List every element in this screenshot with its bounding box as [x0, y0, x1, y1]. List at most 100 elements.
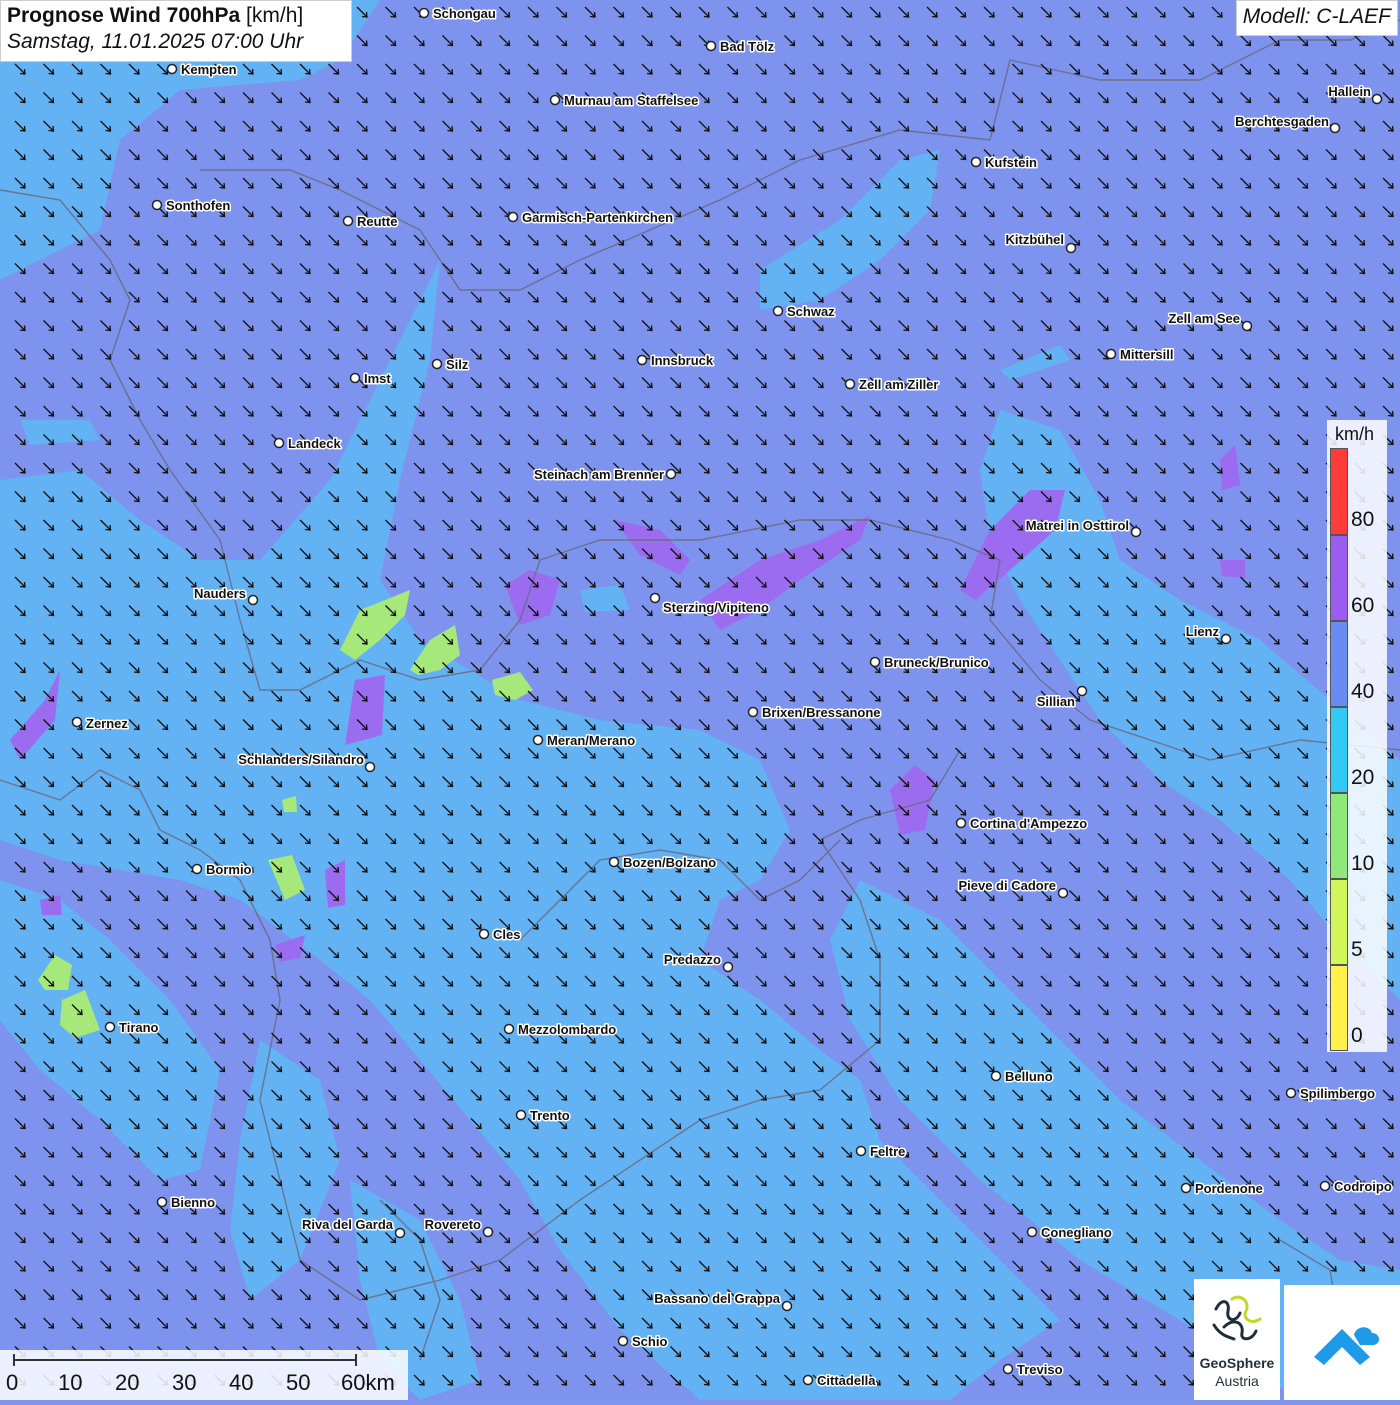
city-marker-bozen: Bozen/Bolzano [608, 854, 718, 872]
map-title-main: Prognose Wind 700hPa [7, 4, 241, 27]
svg-text:Schlanders/Silandro: Schlanders/Silandro [238, 752, 364, 767]
svg-text:Reutte: Reutte [357, 214, 397, 229]
svg-text:Bad Tölz: Bad Tölz [720, 39, 775, 54]
legend-swatch-40 [1330, 621, 1348, 707]
wind-map[interactable]: Schongau Bad Tölz Kempten Murnau am Staf… [0, 0, 1400, 1400]
svg-text:Belluno: Belluno [1005, 1069, 1053, 1084]
legend-label-80: 80 [1351, 508, 1375, 531]
svg-text:Mezzolombardo: Mezzolombardo [518, 1022, 616, 1037]
legend-label-60: 60 [1351, 594, 1375, 617]
map-title-unit: [km/h] [240, 4, 304, 27]
svg-text:Feltre: Feltre [870, 1144, 905, 1159]
legend-unit: km/h [1335, 424, 1375, 444]
city-marker-brixen: Brixen/Bressanone [747, 704, 882, 722]
svg-text:Pieve di Cadore: Pieve di Cadore [958, 878, 1056, 893]
forecast-datetime: Samstag, 11.01.2025 07:00 Uhr [7, 30, 304, 53]
svg-text:Bozen/Bolzano: Bozen/Bolzano [623, 855, 716, 870]
svg-text:Berchtesgaden: Berchtesgaden [1235, 114, 1329, 129]
svg-text:Bruneck/Brunico: Bruneck/Brunico [884, 655, 989, 670]
svg-text:Zell am Ziller: Zell am Ziller [859, 377, 938, 392]
legend-label-0: 0 [1351, 1024, 1363, 1047]
svg-text:Schio: Schio [632, 1334, 667, 1349]
svg-text:Steinach am Brenner: Steinach am Brenner [534, 467, 664, 482]
svg-text:Bienno: Bienno [171, 1195, 215, 1210]
city-marker-spilimbergo: Spilimbergo [1285, 1085, 1377, 1103]
svg-text:Innsbruck: Innsbruck [651, 353, 714, 368]
city-marker-bruneck: Bruneck/Brunico [869, 654, 990, 672]
svg-text:Matrei in Osttirol: Matrei in Osttirol [1026, 518, 1129, 533]
scale-label-40: 40 [229, 1370, 254, 1395]
geosphere-sub: Austria [1215, 1373, 1259, 1389]
svg-text:Sonthofen: Sonthofen [166, 198, 230, 213]
svg-text:Treviso: Treviso [1017, 1362, 1063, 1377]
geosphere-logo[interactable]: GeoSphere Austria [1194, 1279, 1280, 1400]
svg-text:Cortina d'Ampezzo: Cortina d'Ampezzo [970, 816, 1087, 831]
legend-swatch-80 [1330, 448, 1348, 535]
svg-text:Hallein: Hallein [1328, 84, 1371, 99]
svg-text:Trento: Trento [530, 1108, 570, 1123]
svg-text:Bassano del Grappa: Bassano del Grappa [654, 1291, 780, 1306]
svg-text:Lienz: Lienz [1186, 624, 1220, 639]
geosphere-name: GeoSphere [1199, 1355, 1275, 1371]
app-logo-graphic [1314, 1327, 1380, 1365]
svg-text:Pordenone: Pordenone [1195, 1181, 1263, 1196]
map-title: Prognose Wind 700hPa [km/h] [7, 4, 345, 28]
scale-label-10: 10 [58, 1370, 83, 1395]
model-label: Modell: C-LAEF [1235, 0, 1398, 36]
svg-text:Sterzing/Vipiteno: Sterzing/Vipiteno [663, 600, 769, 615]
legend-label-40: 40 [1351, 680, 1375, 703]
legend-label-5: 5 [1351, 938, 1363, 961]
svg-text:Cles: Cles [493, 927, 520, 942]
svg-text:Predazzo: Predazzo [664, 952, 721, 967]
legend-swatch-10 [1330, 793, 1348, 879]
map-title-box: Prognose Wind 700hPa [km/h] Samstag, 11.… [0, 0, 352, 62]
scale-label-20: 20 [115, 1370, 140, 1395]
svg-text:Brixen/Bressanone: Brixen/Bressanone [762, 705, 881, 720]
scale-label-60km: 60km [341, 1370, 395, 1395]
svg-text:Tirano: Tirano [119, 1020, 159, 1035]
svg-text:Kitzbühel: Kitzbühel [1006, 232, 1065, 247]
city-marker-meran: Meran/Merano [532, 732, 637, 750]
geosphere-logo-icon [1212, 1295, 1262, 1341]
svg-text:Garmisch-Partenkirchen: Garmisch-Partenkirchen [522, 210, 673, 225]
legend-swatch-0 [1330, 965, 1348, 1051]
city-marker-conegliano: Conegliano [1026, 1224, 1113, 1242]
city-marker-murnau: Murnau am Staffelsee [549, 92, 700, 110]
svg-text:Silz: Silz [446, 357, 469, 372]
scale-label-0: 0 [6, 1370, 19, 1395]
svg-text:Spilimbergo: Spilimbergo [1300, 1086, 1375, 1101]
svg-text:Kempten: Kempten [181, 62, 237, 77]
legend-swatch-5 [1330, 879, 1348, 965]
city-marker-cortina: Cortina d'Ampezzo [955, 815, 1089, 833]
svg-text:Zell am See: Zell am See [1168, 311, 1240, 326]
svg-text:Conegliano: Conegliano [1041, 1225, 1112, 1240]
city-marker-garmisch: Garmisch-Partenkirchen [507, 209, 675, 227]
svg-text:Zernez: Zernez [86, 716, 128, 731]
city-marker-zell-am-ziller: Zell am Ziller [844, 376, 940, 394]
city-marker-steinach: Steinach am Brenner [532, 466, 677, 484]
svg-text:Sillian: Sillian [1037, 694, 1075, 709]
svg-text:Bormio: Bormio [206, 862, 252, 877]
legend-label-10: 10 [1351, 852, 1375, 875]
svg-text:Nauders: Nauders [194, 586, 246, 601]
svg-text:Riva del Garda: Riva del Garda [302, 1217, 394, 1232]
svg-text:Schwaz: Schwaz [787, 304, 835, 319]
svg-text:Schongau: Schongau [433, 6, 496, 21]
mountain-cloud-icon[interactable] [1284, 1285, 1400, 1400]
scale-bar: 0 10 20 30 40 50 60km [0, 1350, 408, 1400]
svg-text:Kufstein: Kufstein [985, 155, 1037, 170]
legend-label-20: 20 [1351, 766, 1375, 789]
svg-text:Codroipo: Codroipo [1334, 1179, 1392, 1194]
svg-text:Mittersill: Mittersill [1120, 347, 1173, 362]
city-marker-mezzolombardo: Mezzolombardo [503, 1021, 618, 1039]
svg-text:Cittadella: Cittadella [817, 1373, 876, 1388]
scale-label-30: 30 [172, 1370, 197, 1395]
svg-text:Rovereto: Rovereto [425, 1217, 481, 1232]
color-legend: km/h 80 60 40 20 10 5 0 [1327, 420, 1387, 1052]
legend-swatch-60 [1330, 535, 1348, 621]
svg-text:Meran/Merano: Meran/Merano [547, 733, 635, 748]
svg-text:Landeck: Landeck [288, 436, 342, 451]
legend-swatch-20 [1330, 707, 1348, 793]
svg-text:Murnau am Staffelsee: Murnau am Staffelsee [564, 93, 698, 108]
scale-label-50: 50 [286, 1370, 311, 1395]
